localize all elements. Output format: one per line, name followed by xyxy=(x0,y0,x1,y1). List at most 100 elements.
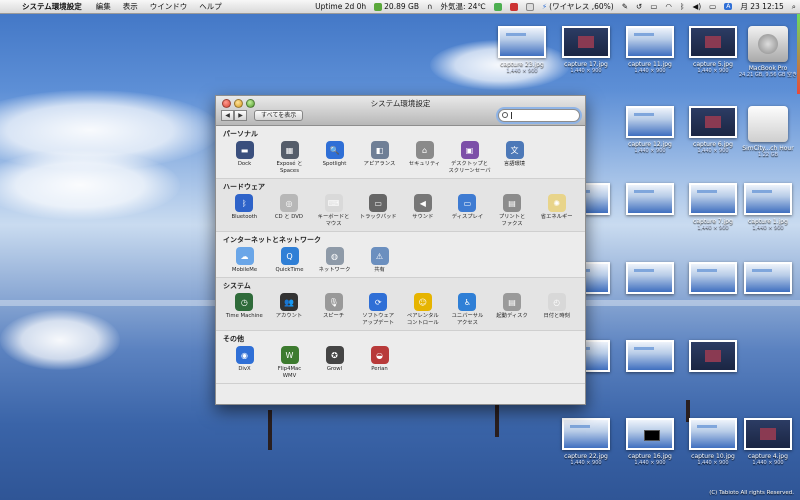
pref-pane-perian[interactable]: ◒ Perian xyxy=(357,346,402,380)
pref-pane-spotlight[interactable]: 🔍 Spotlight xyxy=(312,141,357,175)
thumbnail-icon xyxy=(744,418,792,450)
pref-pane-expose[interactable]: ▦ Exposé と Spaces xyxy=(267,141,312,175)
pane-label: Dock xyxy=(237,161,252,167)
pref-pane-desktop[interactable]: ▣ デスクトップと スクリーンセーバ xyxy=(447,141,492,175)
file-icon[interactable]: capture 17.jpg 1,440 × 900 xyxy=(554,26,618,74)
file-info: 1,440 × 900 xyxy=(634,68,666,74)
section-title: その他 xyxy=(223,335,244,343)
pane-label: Perian xyxy=(371,366,388,372)
pref-pane-display[interactable]: ▭ ディスプレイ xyxy=(445,194,490,228)
wifi-icon[interactable]: ◠ xyxy=(661,2,676,11)
file-icon[interactable]: capture 1.jpg 1,440 × 900 xyxy=(736,183,800,231)
file-icon[interactable]: capture 23.jpg 1,440 × 900 xyxy=(490,26,554,74)
disk-status[interactable]: 20.89 GB xyxy=(370,2,423,11)
uptime-status[interactable]: Uptime 2d 0h xyxy=(311,2,370,11)
clock[interactable]: 月 23 12:15 xyxy=(736,1,787,12)
pref-pane-flip4mac[interactable]: W Flip4Mac WMV xyxy=(267,346,312,380)
pref-pane-datetime[interactable]: ◴ 日付と時刻 xyxy=(534,293,579,327)
pref-pane-universal-access[interactable]: ♿ ユニバーサル アクセス xyxy=(445,293,490,327)
pref-section: パーソナル ▬ Dock ▦ Exposé と Spaces 🔍 Spotlight ◧ アピア… xyxy=(216,126,585,179)
file-icon[interactable] xyxy=(681,340,745,372)
show-all-button[interactable]: すべてを表示 xyxy=(254,110,304,121)
spotlight-icon: 🔍 xyxy=(325,141,344,159)
forward-button[interactable]: ▶ xyxy=(234,110,247,121)
pref-section: その他 ◉ DivX W Flip4Mac WMV ✪ Growl ◒ Perian xyxy=(216,331,585,384)
pref-pane-divx[interactable]: ◉ DivX xyxy=(222,346,267,380)
wireless-status[interactable]: ⚡ (ワイヤレス ,60%) xyxy=(538,1,618,12)
spotlight-menu-icon[interactable]: ⌕ xyxy=(788,2,800,12)
pref-pane-growl[interactable]: ✪ Growl xyxy=(312,346,357,380)
speech-icon: 🎙 xyxy=(324,293,343,311)
pref-pane-softwareupdate[interactable]: ⟳ ソフトウェア アップデート xyxy=(356,293,401,327)
displays-icon[interactable]: ▭ xyxy=(646,2,661,11)
display-icon: ▭ xyxy=(458,194,477,212)
pref-pane-parental[interactable]: ☺ ペアレンタル コントロール xyxy=(401,293,446,327)
pane-label: Spotlight xyxy=(322,161,347,167)
pref-pane-dock[interactable]: ▬ Dock xyxy=(222,141,267,175)
pref-pane-appearance[interactable]: ◧ アピアランス xyxy=(357,141,402,175)
app-menu[interactable]: システム環境設定 xyxy=(18,1,90,12)
file-icon[interactable]: capture 11.jpg 1,440 × 900 xyxy=(618,26,682,74)
file-icon[interactable]: capture 16.jpg 1,440 × 900 xyxy=(618,418,682,466)
file-icon[interactable]: capture 22.jpg 1,440 × 900 xyxy=(554,418,618,466)
file-icon[interactable] xyxy=(618,183,682,215)
pref-pane-energy[interactable]: ✺ 省エネルギー xyxy=(534,194,579,228)
pref-pane-startupdisk[interactable]: ▤ 起動ディスク xyxy=(490,293,535,327)
search-field[interactable] xyxy=(498,109,580,122)
pane-label: 共有 xyxy=(374,267,385,273)
file-icon[interactable]: capture 4.jpg 1,440 × 900 xyxy=(736,418,800,466)
pref-pane-quicktime[interactable]: Q QuickTime xyxy=(267,247,312,274)
pref-pane-accounts[interactable]: 👥 アカウント xyxy=(267,293,312,327)
disk-image-icon[interactable]: SimCity...ch Hour 1.22 GB xyxy=(736,106,800,158)
back-button[interactable]: ◀ xyxy=(221,110,234,121)
cpu-graph-icon[interactable] xyxy=(506,2,522,11)
thumbnail-icon xyxy=(562,418,610,450)
pref-pane-security[interactable]: ⌂ セキュリティ xyxy=(402,141,447,175)
file-icon[interactable]: capture 12.jpg 1,440 × 900 xyxy=(618,106,682,154)
title-bar[interactable]: システム環境設定 ◀ ▶ すべてを表示 xyxy=(216,96,585,126)
pane-label: Growl xyxy=(326,366,343,372)
volume-icon[interactable]: ◀) xyxy=(688,2,705,11)
startupdisk-icon: ▤ xyxy=(503,293,522,311)
menu-edit[interactable]: 編集 xyxy=(90,1,117,12)
calendar-icon[interactable] xyxy=(522,2,538,11)
battery-icon[interactable]: ▭ xyxy=(705,2,720,11)
pref-pane-cd[interactable]: ◎ CD と DVD xyxy=(267,194,312,228)
pref-pane-keyboard[interactable]: ⌨ キーボードと マウス xyxy=(311,194,356,228)
hard-drive-icon[interactable]: MacBook Pro 24.21 GB, 9.56 GB 空き xyxy=(736,26,800,78)
weather-status[interactable]: 外気温: 24℃ xyxy=(436,1,489,12)
pane-label: 起動ディスク xyxy=(496,313,528,319)
input-method-icon[interactable]: A xyxy=(720,3,736,10)
pref-pane-print[interactable]: ▤ プリントと ファクス xyxy=(490,194,535,228)
pref-pane-network[interactable]: ◍ ネットワーク xyxy=(312,247,357,274)
menu-window[interactable]: ウインドウ xyxy=(144,1,194,12)
disk-status-label: 20.89 GB xyxy=(384,2,419,11)
pane-label: ネットワーク xyxy=(318,267,351,273)
menu-view[interactable]: 表示 xyxy=(117,1,144,12)
file-name: capture 11.jpg xyxy=(628,61,672,68)
pref-pane-speech[interactable]: 🎙 スピーチ xyxy=(311,293,356,327)
file-info: 1,440 × 900 xyxy=(634,460,666,466)
pref-pane-sound[interactable]: ◀ サウンド xyxy=(401,194,446,228)
menu-help[interactable]: ヘルプ xyxy=(193,1,228,12)
bluetooth-icon: ᛒ xyxy=(235,194,254,212)
pane-label: QuickTime xyxy=(275,267,304,273)
pref-pane-mobileme[interactable]: ☁ MobileMe xyxy=(222,247,267,274)
pref-pane-trackpad[interactable]: ▭ トラックパッド xyxy=(356,194,401,228)
file-icon[interactable] xyxy=(618,340,682,372)
pref-pane-sharing[interactable]: ⚠ 共有 xyxy=(357,247,402,274)
file-icon[interactable] xyxy=(736,262,800,294)
headphones-icon[interactable]: ∩ xyxy=(423,2,437,11)
file-icon[interactable] xyxy=(618,262,682,294)
section-title: ハードウェア xyxy=(223,183,265,191)
cloud xyxy=(0,310,120,370)
bluetooth-menu-icon[interactable]: ᛒ xyxy=(676,2,689,11)
pref-pane-timemachine[interactable]: ◷ Time Machine xyxy=(222,293,267,327)
desktop-icon: ▣ xyxy=(460,141,479,159)
pref-pane-bluetooth[interactable]: ᛒ Bluetooth xyxy=(222,194,267,228)
meter-icon[interactable] xyxy=(490,2,506,11)
pref-pane-language[interactable]: 文言語環境 xyxy=(492,141,537,175)
appearance-icon: ◧ xyxy=(370,141,389,159)
sync-icon[interactable]: ↺ xyxy=(632,2,646,11)
script-icon[interactable]: ✎ xyxy=(618,2,632,11)
